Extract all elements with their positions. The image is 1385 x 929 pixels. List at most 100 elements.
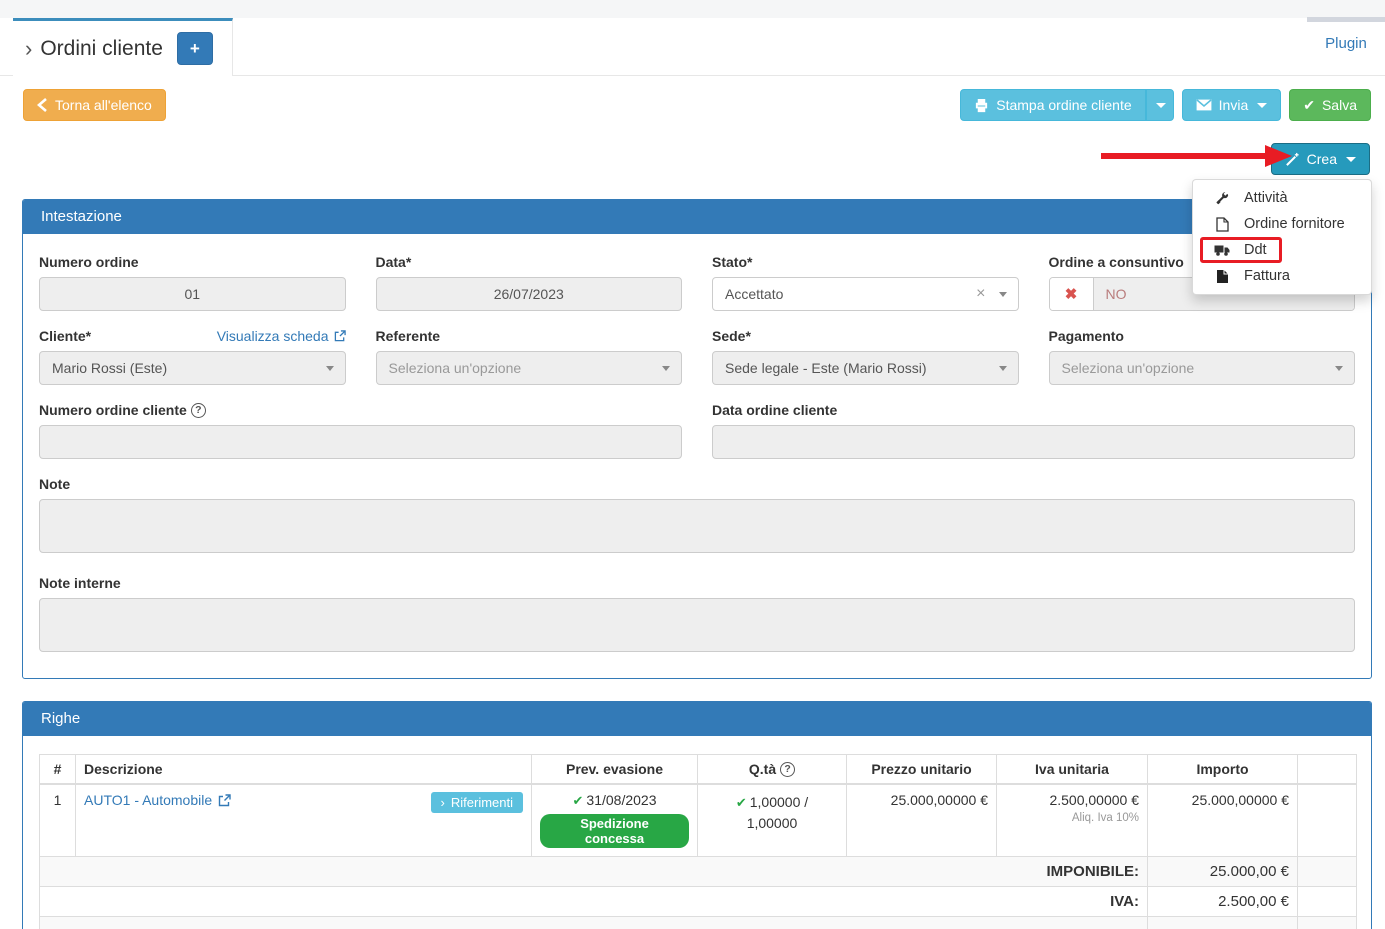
field-cliente: Cliente* Visualizza scheda Mario Rossi (…: [39, 328, 346, 385]
field-pagamento: Pagamento Seleziona un'opzione: [1049, 328, 1356, 385]
annotation-highlight-box: [1200, 237, 1282, 263]
page-title: Ordini cliente: [40, 37, 163, 61]
caret-down-icon: [999, 292, 1007, 297]
magic-wand-icon: [1285, 152, 1300, 167]
menu-item-fattura[interactable]: Fattura: [1193, 263, 1371, 289]
add-order-button[interactable]: +: [177, 32, 213, 65]
menu-item-label: Ddt: [1244, 242, 1267, 258]
chevron-left-icon: [37, 98, 48, 112]
table-header-row: # Descrizione Prev. evasione Q.tà? Prezz…: [40, 755, 1357, 785]
clear-icon[interactable]: ×: [976, 286, 985, 302]
printer-icon: [974, 98, 989, 113]
pagamento-select[interactable]: Seleziona un'opzione: [1049, 351, 1356, 385]
stato-select[interactable]: Accettato ×: [712, 277, 1019, 311]
external-link-icon: [218, 794, 231, 807]
plugin-link[interactable]: Plugin: [1325, 35, 1367, 52]
field-sede: Sede* Sede legale - Este (Mario Rossi): [712, 328, 1019, 385]
note-interne-textarea[interactable]: [39, 598, 1355, 652]
caret-down-icon: [1257, 103, 1267, 108]
numero-ordine-cliente-input[interactable]: [39, 425, 682, 459]
back-to-list-button[interactable]: Torna all'elenco: [23, 89, 166, 121]
create-button[interactable]: Crea: [1271, 143, 1370, 175]
row-number: 1: [40, 784, 76, 856]
total-row-next: [40, 916, 1357, 929]
file-outline-icon: [1214, 217, 1230, 232]
pagamento-placeholder: Seleziona un'opzione: [1062, 360, 1195, 376]
menu-item-ddt[interactable]: Ddt: [1193, 237, 1371, 263]
print-split-button: Stampa ordine cliente: [960, 89, 1173, 121]
referente-select[interactable]: Seleziona un'opzione: [376, 351, 683, 385]
angle-right-icon: ›: [25, 38, 32, 60]
sede-label: Sede*: [712, 328, 1019, 344]
numero-ordine-cliente-label: Numero ordine cliente: [39, 402, 187, 418]
imponibile-value: 25.000,00 €: [1148, 856, 1298, 886]
toolbar-right: Stampa ordine cliente Invia ✔ Salva: [960, 89, 1371, 121]
field-note-interne: Note interne: [39, 575, 1355, 657]
caret-down-icon: [999, 366, 1007, 371]
note-textarea[interactable]: [39, 499, 1355, 553]
caret-down-icon: [1156, 103, 1166, 108]
visualizza-scheda-link[interactable]: Visualizza scheda: [217, 328, 346, 344]
stato-value: Accettato: [725, 286, 783, 302]
panel-righe-title: Righe: [23, 702, 1371, 736]
menu-item-label: Fattura: [1244, 268, 1290, 284]
righe-table: # Descrizione Prev. evasione Q.tà? Prezz…: [39, 754, 1357, 929]
iva-cell: 2.500,00000 € Aliq. Iva 10%: [997, 784, 1148, 856]
numero-ordine-input[interactable]: [39, 277, 346, 311]
menu-item-label: Ordine fornitore: [1244, 216, 1345, 232]
save-button[interactable]: ✔ Salva: [1289, 89, 1371, 121]
menu-item-attivita[interactable]: Attività: [1193, 185, 1371, 211]
col-importo: Importo: [1148, 755, 1298, 785]
print-options-button[interactable]: [1146, 89, 1174, 121]
qta-value: ✔1,00000 / 1,00000: [716, 792, 828, 833]
data-label: Data*: [376, 254, 683, 270]
col-iva-unitaria: Iva unitaria: [997, 755, 1148, 785]
table-row: 1 AUTO1 - Automobile › Riferimenti: [40, 784, 1357, 856]
plus-icon: +: [190, 39, 200, 59]
panel-intestazione-title: Intestazione: [23, 200, 1371, 234]
field-data: Data*: [376, 254, 683, 311]
save-label: Salva: [1322, 97, 1357, 113]
sede-select[interactable]: Sede legale - Este (Mario Rossi): [712, 351, 1019, 385]
create-label: Crea: [1307, 151, 1337, 167]
tab-plugin[interactable]: Plugin: [1307, 17, 1385, 76]
col-qta: Q.tà?: [698, 755, 847, 785]
data-ordine-cliente-input[interactable]: [712, 425, 1355, 459]
imponibile-label: IMPONIBILE:: [40, 856, 1148, 886]
field-numero-ordine-cliente: Numero ordine cliente?: [39, 402, 682, 459]
cliente-select[interactable]: Mario Rossi (Este): [39, 351, 346, 385]
panel-intestazione: Intestazione Numero ordine Data* Stato* …: [22, 199, 1372, 679]
wrench-icon: [1214, 191, 1230, 206]
send-button[interactable]: Invia: [1182, 89, 1282, 121]
riferimenti-button[interactable]: › Riferimenti: [431, 792, 523, 813]
check-icon: ✔: [1303, 97, 1315, 114]
help-icon: ?: [780, 762, 795, 777]
field-numero-ordine: Numero ordine: [39, 254, 346, 311]
importo-value: 25.000,00000 €: [1148, 784, 1298, 856]
cliente-value: Mario Rossi (Este): [52, 360, 167, 376]
tab-ordini-cliente[interactable]: › Ordini cliente +: [13, 18, 233, 76]
total-row-iva: IVA: 2.500,00 €: [40, 886, 1357, 916]
help-icon: ?: [191, 403, 206, 418]
check-icon: ✔: [736, 795, 747, 810]
create-dropdown-menu: Attività Ordine fornitore Ddt Fattura: [1192, 179, 1372, 295]
field-note: Note: [39, 476, 1355, 558]
iva-value: 2.500,00000 €: [1005, 792, 1139, 808]
field-stato: Stato* Accettato ×: [712, 254, 1019, 311]
data-ordine-cliente-label: Data ordine cliente: [712, 402, 1355, 418]
iva-note: Aliq. Iva 10%: [1005, 812, 1139, 824]
col-descrizione: Descrizione: [76, 755, 532, 785]
print-order-button[interactable]: Stampa ordine cliente: [960, 89, 1145, 121]
panel-righe: Righe # Descrizione Prev. evasione Q.tà?…: [22, 701, 1372, 929]
cliente-label: Cliente*: [39, 328, 91, 344]
article-label: AUTO1 - Automobile: [84, 792, 212, 808]
data-input[interactable]: [376, 277, 683, 311]
article-link[interactable]: AUTO1 - Automobile: [84, 792, 231, 808]
x-mark-icon[interactable]: ✖: [1050, 278, 1094, 310]
menu-item-ordine-fornitore[interactable]: Ordine fornitore: [1193, 211, 1371, 237]
note-interne-label: Note interne: [39, 575, 1355, 591]
prezzo-value: 25.000,00000 €: [847, 784, 997, 856]
col-num: #: [40, 755, 76, 785]
stato-label: Stato*: [712, 254, 1019, 270]
note-label: Note: [39, 476, 1355, 492]
